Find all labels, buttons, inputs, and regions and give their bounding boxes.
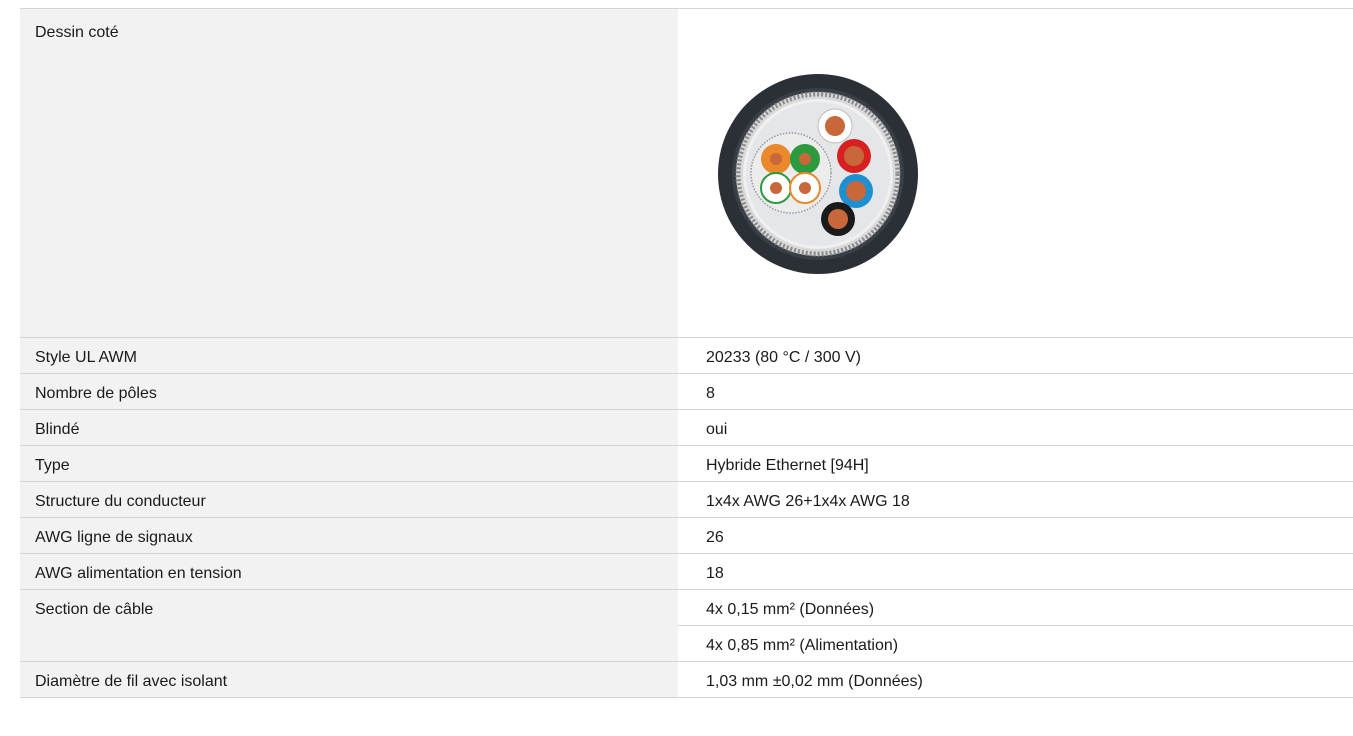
spec-row: AWG alimentation en tension 18 <box>20 554 1353 590</box>
spec-label: Style UL AWM <box>20 338 678 373</box>
spec-label: Structure du conducteur <box>20 482 678 517</box>
spec-value: 1x4x AWG 26+1x4x AWG 18 <box>678 482 1353 517</box>
drawing-row: Dessin coté <box>20 9 1353 338</box>
spec-label: Blindé <box>20 410 678 445</box>
spec-label: Nombre de pôles <box>20 374 678 409</box>
specs-table: Dessin coté Style UL AWM 20233 (80 °C / … <box>20 8 1353 698</box>
spec-row: Type Hybride Ethernet [94H] <box>20 446 1353 482</box>
spec-value: 4x 0,15 mm² (Données) <box>678 590 1353 626</box>
spec-row: Style UL AWM 20233 (80 °C / 300 V) <box>20 338 1353 374</box>
drawing-cell <box>678 9 1353 337</box>
spec-value: oui <box>678 410 1353 445</box>
spec-row: Nombre de pôles 8 <box>20 374 1353 410</box>
spec-row: Blindé oui <box>20 410 1353 446</box>
spec-value: 20233 (80 °C / 300 V) <box>678 338 1353 373</box>
spec-value: 1,03 mm ±0,02 mm (Données) <box>678 662 1353 697</box>
drawing-label: Dessin coté <box>20 9 678 337</box>
spec-value: Hybride Ethernet [94H] <box>678 446 1353 481</box>
spec-row: AWG ligne de signaux 26 <box>20 518 1353 554</box>
spec-label: Section de câble <box>20 590 678 626</box>
cable-cross-section-icon <box>718 74 918 274</box>
spec-value: 4x 0,85 mm² (Alimentation) <box>678 626 1353 661</box>
spec-label-empty <box>20 626 678 661</box>
spec-value: 26 <box>678 518 1353 553</box>
spec-value: 18 <box>678 554 1353 589</box>
spec-row: Structure du conducteur 1x4x AWG 26+1x4x… <box>20 482 1353 518</box>
spec-label: Diamètre de fil avec isolant <box>20 662 678 697</box>
spec-row: Section de câble 4x 0,15 mm² (Données) <box>20 590 1353 626</box>
spec-label: AWG ligne de signaux <box>20 518 678 553</box>
spec-label: AWG alimentation en tension <box>20 554 678 589</box>
spec-label: Type <box>20 446 678 481</box>
spec-row-continued: 4x 0,85 mm² (Alimentation) <box>20 626 1353 662</box>
spec-row: Diamètre de fil avec isolant 1,03 mm ±0,… <box>20 662 1353 698</box>
spec-value: 8 <box>678 374 1353 409</box>
